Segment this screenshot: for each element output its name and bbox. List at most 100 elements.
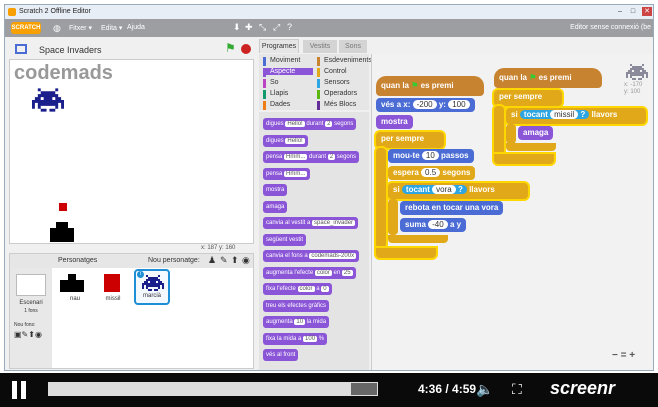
palette-block[interactable]: vés al front bbox=[263, 349, 299, 361]
palette-block[interactable]: pensa Hmm... bbox=[263, 167, 311, 180]
alien-sprite[interactable] bbox=[32, 88, 64, 112]
new-sprite-library-icon[interactable]: ♟ bbox=[208, 255, 216, 266]
zoom-reset-icon[interactable]: = bbox=[621, 350, 627, 361]
forever-end bbox=[494, 154, 554, 164]
maximize-button[interactable]: □ bbox=[628, 7, 638, 16]
category-4[interactable]: So bbox=[263, 79, 279, 88]
codemads-logo: codemads bbox=[14, 62, 113, 84]
upload-sprite-icon[interactable]: ⬆ bbox=[231, 255, 239, 266]
stage[interactable]: codemads bbox=[9, 59, 254, 244]
hide-block[interactable]: amaga bbox=[518, 126, 554, 140]
fullscreen-icon[interactable]: ⛶ bbox=[512, 381, 522, 398]
palette-block[interactable]: següent vestit bbox=[263, 233, 307, 246]
volume-icon[interactable]: 🔈 bbox=[476, 381, 493, 398]
delete-icon[interactable]: ✚ bbox=[245, 22, 253, 33]
time-display: 4:36 / 4:59 bbox=[418, 382, 477, 396]
palette-block[interactable]: digues Hello! bbox=[263, 134, 308, 147]
sprite-y: y: 100 bbox=[624, 89, 641, 95]
camera-icon[interactable]: ◉ bbox=[242, 255, 250, 266]
category-5[interactable]: Sensors bbox=[317, 79, 350, 88]
app-icon bbox=[8, 8, 16, 16]
when-flag-clicked-block[interactable]: quan la ⚑ es premi bbox=[376, 76, 484, 96]
paint-new-sprite-icon[interactable]: ✎ bbox=[220, 255, 228, 266]
scratch-logo: SCRATCH bbox=[11, 22, 41, 34]
tab-scripts[interactable]: Programes bbox=[259, 39, 299, 53]
move-steps-block[interactable]: mou-te 10 passos bbox=[388, 149, 474, 163]
palette-block[interactable]: canvia al vestit a space_invader bbox=[263, 217, 359, 229]
category-3[interactable]: Control bbox=[317, 68, 347, 77]
stage-thumbnail[interactable] bbox=[16, 274, 46, 296]
stage-coordinates: x: 187 y: 160 bbox=[201, 245, 236, 251]
if-arm bbox=[506, 124, 516, 144]
zoom-in-icon[interactable]: + bbox=[629, 350, 635, 361]
category-7[interactable]: Operadors bbox=[317, 90, 357, 99]
duplicate-icon[interactable]: ⬇ bbox=[233, 22, 241, 33]
help-icon[interactable]: ? bbox=[287, 22, 292, 32]
menu-edit[interactable]: Edita ▾ bbox=[101, 24, 122, 32]
category-9[interactable]: Més Blocs bbox=[317, 101, 356, 110]
new-sprite-label: Nou personatge: bbox=[148, 257, 200, 264]
palette-block[interactable]: canvia el fons a codemads-200x bbox=[263, 250, 360, 262]
zoom-out-icon[interactable]: − bbox=[612, 350, 618, 361]
bounce-block[interactable]: rebota en tocar una vora bbox=[400, 201, 504, 215]
sprite-thumb-missile[interactable]: missil bbox=[96, 272, 130, 302]
tab-sounds[interactable]: Sons bbox=[339, 40, 367, 53]
palette-block[interactable]: digues Hello! durant 2 segons bbox=[263, 118, 357, 130]
palette-block[interactable]: amaga bbox=[263, 200, 288, 213]
go-to-xy-block[interactable]: vés a x: -200 y: 100 bbox=[376, 98, 475, 112]
scripts-area[interactable]: quan la ⚑ es premi vés a x: -200 y: 100 … bbox=[371, 54, 653, 370]
palette-block[interactable]: mostra bbox=[263, 184, 288, 196]
close-button[interactable]: ✕ bbox=[642, 7, 652, 16]
missile-sprite[interactable] bbox=[59, 203, 67, 211]
show-block[interactable]: mostra bbox=[376, 115, 413, 129]
editor-window: Scratch 2 Offline Editor – □ ✕ SCRATCH ◍… bbox=[4, 4, 654, 371]
stage-thumb-panel[interactable]: Escenari 1 fons Nou fons: ▣✎⬆◉ bbox=[10, 268, 52, 368]
category-6[interactable]: Llapis bbox=[263, 90, 288, 99]
green-flag-icon: ⚑ bbox=[411, 81, 419, 90]
current-sprite-icon bbox=[626, 64, 648, 80]
globe-icon[interactable]: ◍ bbox=[53, 23, 61, 34]
project-title[interactable]: Space Invaders bbox=[39, 45, 102, 55]
palette-block[interactable]: treu els efectes gràfics bbox=[263, 299, 330, 312]
menu-file[interactable]: Fitxer ▾ bbox=[69, 24, 92, 32]
shrink-icon[interactable]: ⤢ bbox=[273, 22, 280, 33]
forever-arm bbox=[376, 148, 386, 248]
category-8[interactable]: Dades bbox=[263, 101, 290, 110]
category-0[interactable]: Moviment bbox=[263, 57, 300, 66]
sprite-name: marcià bbox=[142, 293, 161, 299]
if-block[interactable]: si tocant vora ? llavors bbox=[388, 183, 528, 199]
sprite-thumb-alien-selected[interactable]: i marcià bbox=[134, 269, 170, 305]
forever-block[interactable]: per sempre bbox=[494, 90, 562, 106]
category-2[interactable]: Aspecte bbox=[263, 68, 313, 77]
grow-icon[interactable]: ⤡ bbox=[259, 22, 266, 33]
sprite-x: x: -170 bbox=[624, 82, 643, 88]
change-y-block[interactable]: suma -40 a y bbox=[400, 218, 467, 232]
forever-arm bbox=[494, 106, 504, 156]
if-block[interactable]: si tocant missil ? llavors bbox=[506, 108, 646, 124]
window-title: Scratch 2 Offline Editor bbox=[19, 8, 91, 15]
stage-label: Escenari bbox=[19, 300, 43, 306]
category-1[interactable]: Esdeveniments bbox=[317, 57, 372, 66]
palette-block[interactable]: fixa l'efecte color a 0 bbox=[263, 283, 332, 295]
green-flag-icon[interactable]: ⚑ bbox=[225, 41, 236, 55]
menu-help[interactable]: Ajuda bbox=[127, 24, 145, 31]
if-end bbox=[388, 235, 448, 243]
sprites-title: Personatges bbox=[58, 257, 98, 264]
forever-block[interactable]: per sempre bbox=[376, 132, 444, 148]
palette-block[interactable]: augmenta 10 la mida bbox=[263, 316, 330, 328]
tab-costumes[interactable]: Vestits bbox=[303, 40, 337, 53]
wait-block[interactable]: espera 0.5 segons bbox=[388, 166, 476, 180]
palette-block[interactable]: augmenta l'efecte color en 25 bbox=[263, 266, 356, 279]
palette-block[interactable]: pensa Hmm... durant 2 segons bbox=[263, 151, 360, 163]
new-backdrop-icons[interactable]: ▣✎⬆◉ bbox=[14, 330, 42, 339]
sprite-thumb-ship[interactable]: nau bbox=[58, 272, 92, 302]
video-player-bar: 4:36 / 4:59 🔈 ⛶ screenr bbox=[0, 373, 658, 407]
presentation-mode-icon[interactable] bbox=[15, 44, 27, 54]
minimize-button[interactable]: – bbox=[615, 7, 625, 16]
stop-icon[interactable] bbox=[241, 44, 251, 54]
pause-icon[interactable] bbox=[12, 381, 26, 399]
ship-sprite[interactable] bbox=[50, 228, 74, 242]
when-flag-clicked-block[interactable]: quan la ⚑ es premi bbox=[494, 68, 602, 88]
seek-bar[interactable] bbox=[48, 382, 378, 396]
palette-block[interactable]: fixa la mida a 100 % bbox=[263, 332, 328, 345]
